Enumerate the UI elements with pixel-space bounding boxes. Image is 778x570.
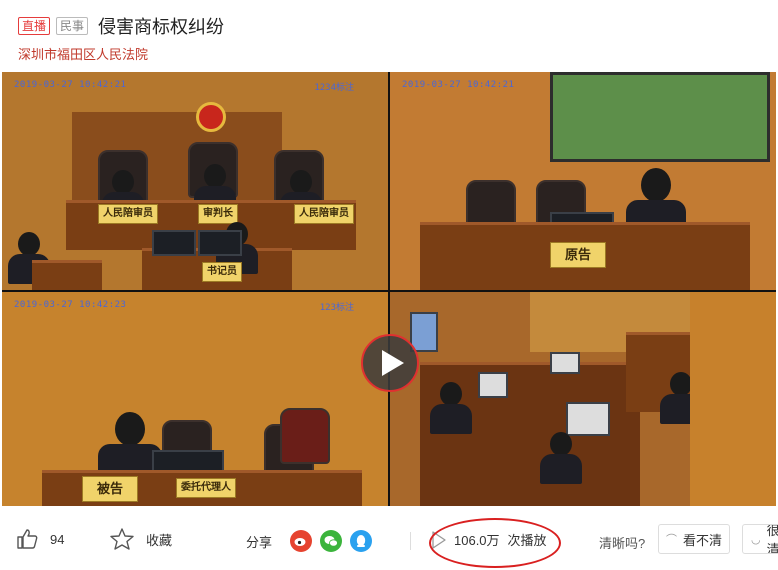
category-badge: 民事 <box>56 17 89 35</box>
camera-view-defendant: 被告 委托代理人 2019-03-27 10:42:23 123标注 <box>2 292 388 506</box>
live-badge: 直播 <box>18 17 51 35</box>
toolbar-divider <box>410 532 411 550</box>
annotation-circle <box>429 518 561 568</box>
camera-label: 123标注 <box>319 303 354 313</box>
camera-view-plaintiff: 原告 2019-03-27 10:42:21 <box>390 72 776 290</box>
favorite-button[interactable]: 收藏 <box>110 528 172 550</box>
camera-view-courtroom-overview <box>390 292 776 506</box>
timestamp-overlay: 2019-03-27 10:42:21 <box>402 80 515 90</box>
page-header: 直播 民事 侵害商标权纠纷 深圳市福田区人民法院 <box>18 14 768 62</box>
placard-juror-right: 人民陪审员 <box>294 204 354 224</box>
camera-label: 1234标注 <box>314 83 354 93</box>
placard-presiding-judge: 审判长 <box>198 204 238 224</box>
placard-plaintiff: 原告 <box>550 242 607 268</box>
share-label: 分享 <box>246 534 273 550</box>
like-button[interactable]: 94 <box>16 528 64 550</box>
thumbs-up-icon <box>17 529 38 549</box>
favorite-label: 收藏 <box>146 532 173 548</box>
timestamp-overlay: 2019-03-27 10:42:23 <box>14 300 127 310</box>
placard-clerk: 书记员 <box>202 262 242 282</box>
placard-agent: 委托代理人 <box>176 478 236 498</box>
share-group: 分享 <box>246 530 373 552</box>
page-title: 侵害商标权纠纷 <box>98 17 225 37</box>
wechat-share-icon[interactable] <box>320 530 343 552</box>
video-toolbar: 94 收藏 分享 106.0万 次播放 清晰吗? ⌒ 看不清 ◡ 很清 <box>0 510 778 570</box>
video-player[interactable]: 人民陪审员 审判长 人民陪审员 书记员 2019-03-27 10:42:21 … <box>2 72 776 506</box>
court-emblem-icon <box>196 102 226 132</box>
smile-icon: ◡ <box>751 533 761 546</box>
qq-share-icon[interactable] <box>350 530 373 552</box>
timestamp-overlay: 2019-03-27 10:42:21 <box>14 80 127 90</box>
star-icon <box>110 528 134 550</box>
play-button[interactable] <box>361 334 419 392</box>
clear-label: 很清 <box>767 525 778 553</box>
placard-juror-left: 人民陪审员 <box>98 204 158 224</box>
play-icon <box>381 350 404 376</box>
like-count: 94 <box>50 531 65 547</box>
title-row: 直播 民事 侵害商标权纠纷 <box>18 14 768 38</box>
camera-view-bench: 人民陪审员 审判长 人民陪审员 书记员 2019-03-27 10:42:21 … <box>2 72 388 290</box>
placard-defendant: 被告 <box>82 476 139 502</box>
clear-button[interactable]: ◡ 很清 <box>742 524 778 554</box>
weibo-share-icon[interactable] <box>290 530 313 552</box>
unclear-label: 看不清 <box>682 532 722 548</box>
court-name-link[interactable]: 深圳市福田区人民法院 <box>18 44 768 63</box>
clarity-question: 清晰吗? <box>599 536 646 551</box>
unclear-button[interactable]: ⌒ 看不清 <box>658 524 730 554</box>
frown-icon: ⌒ <box>665 534 677 546</box>
